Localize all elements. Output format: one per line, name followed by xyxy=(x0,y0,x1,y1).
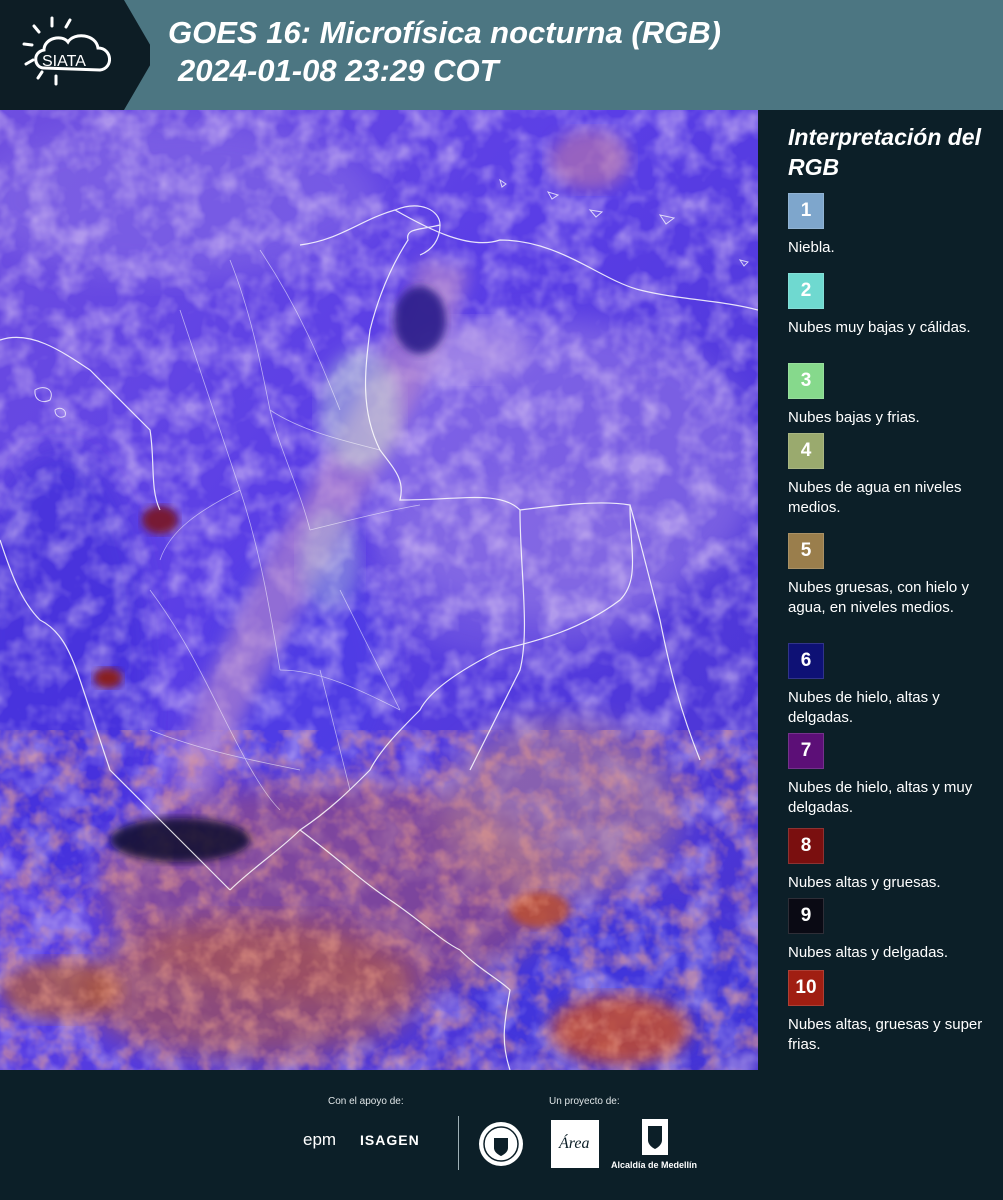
legend-item: 5 Nubes gruesas, con hielo y agua, en niv… xyxy=(788,533,998,618)
siata-sun-icon: SIATA xyxy=(22,16,111,86)
legend-swatch: 5 xyxy=(788,533,824,569)
siata-logo: SIATA xyxy=(0,0,150,110)
isagen-logo: ISAGEN xyxy=(360,1132,420,1148)
legend-swatch: 9 xyxy=(788,898,824,934)
legend-item: 3 Nubes bajas y frias. xyxy=(788,363,998,428)
legend-label: Niebla. xyxy=(788,239,835,256)
epm-logo: epm xyxy=(303,1130,337,1149)
legend-label: Nubes de agua en niveles medios. xyxy=(788,479,962,516)
rgb-legend: Interpretación del RGB 1 Niebla. 2 Nubes mu… xyxy=(758,110,1003,1070)
support-label: Con el apoyo de: xyxy=(328,1096,404,1107)
brand-text: SIATA xyxy=(42,53,86,70)
satellite-rgb-map xyxy=(0,110,758,1070)
legend-item: 10 Nubes altas, gruesas y super frias. xyxy=(788,970,998,1055)
legend-swatch: 3 xyxy=(788,363,824,399)
legend-swatch: 10 xyxy=(788,970,824,1006)
legend-swatch: 4 xyxy=(788,433,824,469)
title-line-1: GOES 16: Microfísica nocturna (RGB) xyxy=(168,15,721,50)
legend-item: 8 Nubes altas y gruesas. xyxy=(788,828,998,893)
legend-label: Nubes altas y gruesas. xyxy=(788,874,941,891)
alcaldia-label: Alcaldía de Medellín xyxy=(611,1160,698,1170)
svg-text:Área: Área xyxy=(558,1133,590,1152)
footer: Con el apoyo de: Un proyecto de: epm ISA… xyxy=(0,1070,1003,1200)
legend-swatch: 2 xyxy=(788,273,824,309)
map-image xyxy=(0,110,758,1070)
legend-label: Nubes de hielo, altas y muy delgadas. xyxy=(788,779,973,816)
legend-item: 1 Niebla. xyxy=(788,193,998,258)
alcaldia-shield-icon xyxy=(641,1118,669,1156)
project-label: Un proyecto de: xyxy=(549,1096,620,1107)
legend-swatch: 7 xyxy=(788,733,824,769)
legend-label: Nubes de hielo, altas y delgadas. xyxy=(788,689,940,726)
legend-item: 7 Nubes de hielo, altas y muy delgadas. xyxy=(788,733,998,818)
legend-label: Nubes altas y delgadas. xyxy=(788,944,949,961)
legend-swatch: 6 xyxy=(788,643,824,679)
legend-item: 9 Nubes altas y delgadas. xyxy=(788,898,998,963)
area-metropolitana-logo: Área xyxy=(551,1120,599,1168)
medellin-seal-icon xyxy=(479,1122,523,1166)
legend-swatch: 1 xyxy=(788,193,824,229)
footer-divider xyxy=(458,1116,459,1170)
legend-item: 6 Nubes de hielo, altas y delgadas. xyxy=(788,643,998,728)
legend-label: Nubes muy bajas y cálidas. xyxy=(788,319,971,336)
legend-item: 2 Nubes muy bajas y cálidas. xyxy=(788,273,998,338)
legend-title: Interpretación del RGB xyxy=(788,124,981,180)
legend-label: Nubes altas, gruesas y super frias. xyxy=(788,1016,983,1053)
legend-swatch: 8 xyxy=(788,828,824,864)
legend-label: Nubes gruesas, con hielo y agua, en nive… xyxy=(788,579,969,616)
title-line-2: 2024-01-08 23:29 COT xyxy=(178,53,499,88)
legend-item: 4 Nubes de agua en niveles medios. xyxy=(788,433,998,518)
page-title: GOES 16: Microfísica nocturna (RGB) 2024… xyxy=(168,14,721,90)
header-bar: SIATA GOES 16: Microfísica nocturna (RGB… xyxy=(0,0,1003,110)
legend-label: Nubes bajas y frias. xyxy=(788,409,920,426)
